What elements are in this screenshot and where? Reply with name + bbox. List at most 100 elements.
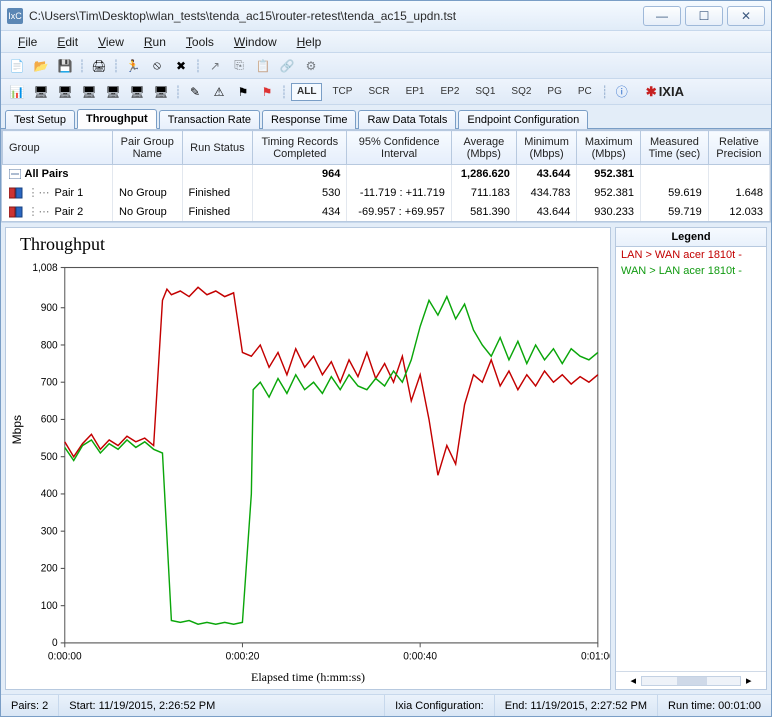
monitor-icon[interactable]: 🖥 — [31, 82, 51, 102]
separator-icon: ┊ — [602, 82, 608, 102]
new-icon[interactable]: 📄 — [7, 56, 27, 76]
menu-help[interactable]: Help — [288, 33, 331, 51]
tab-transaction-rate[interactable]: Transaction Rate — [159, 110, 260, 129]
maximize-button[interactable]: ☐ — [685, 6, 723, 26]
monitor-icon[interactable]: 🖥 — [151, 82, 171, 102]
col-run-status[interactable]: Run Status — [182, 131, 253, 165]
chart-svg[interactable]: 01002003004005006007008009001,0080:00:00… — [6, 228, 610, 689]
svg-text:0: 0 — [52, 637, 58, 649]
link-icon[interactable]: 🔗 — [277, 56, 297, 76]
tab-response-time[interactable]: Response Time — [262, 110, 356, 129]
table-row[interactable]: ⋮⋯Pair 1 No Group Finished 530 -11.719 :… — [3, 183, 770, 202]
menu-view[interactable]: View — [89, 33, 133, 51]
col-prec[interactable]: Relative Precision — [708, 131, 769, 165]
table-row[interactable]: ⋮⋯Pair 2 No Group Finished 434 -69.957 :… — [3, 202, 770, 221]
filter-ep1[interactable]: EP1 — [400, 83, 431, 101]
window-title: C:\Users\Tim\Desktop\wlan_tests\tenda_ac… — [29, 9, 643, 23]
svg-text:200: 200 — [41, 562, 58, 574]
separator-icon: ┊ — [175, 82, 181, 102]
abort-icon[interactable]: ✖ — [171, 56, 191, 76]
grid-header-row: Group Pair Group Name Run Status Timing … — [3, 131, 770, 165]
svg-text:0:00:20: 0:00:20 — [226, 650, 260, 662]
tab-endpoint-configuration[interactable]: Endpoint Configuration — [458, 110, 588, 129]
results-grid: Group Pair Group Name Run Status Timing … — [1, 129, 771, 222]
col-avg[interactable]: Average (Mbps) — [451, 131, 516, 165]
svg-text:300: 300 — [41, 525, 58, 537]
chart-icon[interactable]: 📊 — [7, 82, 27, 102]
scroll-left-icon[interactable]: ◂ — [625, 674, 641, 687]
separator-icon: ┊ — [195, 56, 201, 76]
table-row[interactable]: All Pairs 964 1,286.620 43.644 952.381 — [3, 165, 770, 184]
toolbar-1: 📄 📂 💾 ┊ 🖨 ┊ 🏃 ⦸ ✖ ┊ ↗ ⎘ 📋 🔗 ⚙ — [1, 53, 771, 79]
info-icon[interactable]: ⓘ — [612, 82, 632, 102]
filter-tcp[interactable]: TCP — [326, 83, 358, 101]
stop-icon[interactable]: ⦸ — [147, 56, 167, 76]
tab-throughput[interactable]: Throughput — [77, 109, 157, 129]
app-window: IxC C:\Users\Tim\Desktop\wlan_tests\tend… — [0, 0, 772, 717]
toolbar-2: 📊 🖥 🖥 🖥 🖥 🖥 🖥 ┊ ✎ ⚠ ⚑ ⚑ ┊ ALL TCP SCR EP… — [1, 79, 771, 105]
statusbar: Pairs: 2 Start: 11/19/2015, 2:26:52 PM I… — [1, 694, 771, 716]
col-pair-group[interactable]: Pair Group Name — [113, 131, 183, 165]
window-buttons: — ☐ ✕ — [643, 6, 765, 26]
filter-pc[interactable]: PC — [572, 83, 598, 101]
svg-text:100: 100 — [41, 600, 58, 612]
col-records[interactable]: Timing Records Completed — [253, 131, 347, 165]
export-icon[interactable]: ↗ — [205, 56, 225, 76]
svg-text:0:00:40: 0:00:40 — [403, 650, 437, 662]
menu-file[interactable]: File — [9, 33, 46, 51]
flag-icon[interactable]: ⚑ — [257, 82, 277, 102]
svg-text:600: 600 — [41, 413, 58, 425]
legend-item-lan-wan[interactable]: LAN > WAN acer 1810t - — [616, 247, 766, 263]
chart-panel: Throughput Mbps Elapsed time (h:mm:ss) 0… — [5, 227, 611, 690]
scrollbar-thumb[interactable] — [677, 677, 707, 685]
open-icon[interactable]: 📂 — [31, 56, 51, 76]
settings-icon[interactable]: ⚙ — [301, 56, 321, 76]
col-time[interactable]: Measured Time (sec) — [641, 131, 709, 165]
scrollbar-track[interactable] — [641, 676, 741, 686]
svg-text:500: 500 — [41, 451, 58, 463]
legend-title: Legend — [616, 228, 766, 247]
filter-all[interactable]: ALL — [291, 83, 322, 101]
col-max[interactable]: Maximum (Mbps) — [577, 131, 641, 165]
legend-scrollbar[interactable]: ◂ ▸ — [616, 671, 766, 689]
run-icon[interactable]: 🏃 — [123, 56, 143, 76]
copy-icon[interactable]: ⎘ — [229, 56, 249, 76]
menu-tools[interactable]: Tools — [177, 33, 223, 51]
svg-text:900: 900 — [41, 302, 58, 314]
menu-window[interactable]: Window — [225, 33, 286, 51]
monitor-icon[interactable]: 🖥 — [55, 82, 75, 102]
svg-text:800: 800 — [41, 339, 58, 351]
monitor-icon[interactable]: 🖥 — [79, 82, 99, 102]
titlebar: IxC C:\Users\Tim\Desktop\wlan_tests\tend… — [1, 1, 771, 31]
paste-icon[interactable]: 📋 — [253, 56, 273, 76]
col-group[interactable]: Group — [3, 131, 113, 165]
edit-icon[interactable]: ✎ — [185, 82, 205, 102]
status-config: Ixia Configuration: — [385, 695, 495, 716]
legend-item-wan-lan[interactable]: WAN > LAN acer 1810t - — [616, 263, 766, 279]
warn-icon[interactable]: ⚠ — [209, 82, 229, 102]
filter-scr[interactable]: SCR — [362, 83, 395, 101]
monitor-icon[interactable]: 🖥 — [103, 82, 123, 102]
status-pairs: Pairs: 2 — [1, 695, 59, 716]
minimize-button[interactable]: — — [643, 6, 681, 26]
menu-run[interactable]: Run — [135, 33, 175, 51]
save-icon[interactable]: 💾 — [55, 56, 75, 76]
svg-text:700: 700 — [41, 376, 58, 388]
filter-sq1[interactable]: SQ1 — [469, 83, 501, 101]
scroll-right-icon[interactable]: ▸ — [741, 674, 757, 687]
filter-ep2[interactable]: EP2 — [434, 83, 465, 101]
separator-icon: ┊ — [281, 82, 287, 102]
print-icon[interactable]: 🖨 — [89, 56, 109, 76]
chart-area: Throughput Mbps Elapsed time (h:mm:ss) 0… — [1, 222, 771, 694]
flag-icon[interactable]: ⚑ — [233, 82, 253, 102]
filter-pg[interactable]: PG — [541, 83, 567, 101]
tab-raw-data-totals[interactable]: Raw Data Totals — [358, 110, 456, 129]
close-button[interactable]: ✕ — [727, 6, 765, 26]
brand-text: IXIA — [659, 84, 684, 99]
tab-test-setup[interactable]: Test Setup — [5, 110, 75, 129]
col-ci[interactable]: 95% Confidence Interval — [347, 131, 452, 165]
col-min[interactable]: Minimum (Mbps) — [516, 131, 576, 165]
filter-sq2[interactable]: SQ2 — [505, 83, 537, 101]
menu-edit[interactable]: Edit — [48, 33, 87, 51]
monitor-icon[interactable]: 🖥 — [127, 82, 147, 102]
